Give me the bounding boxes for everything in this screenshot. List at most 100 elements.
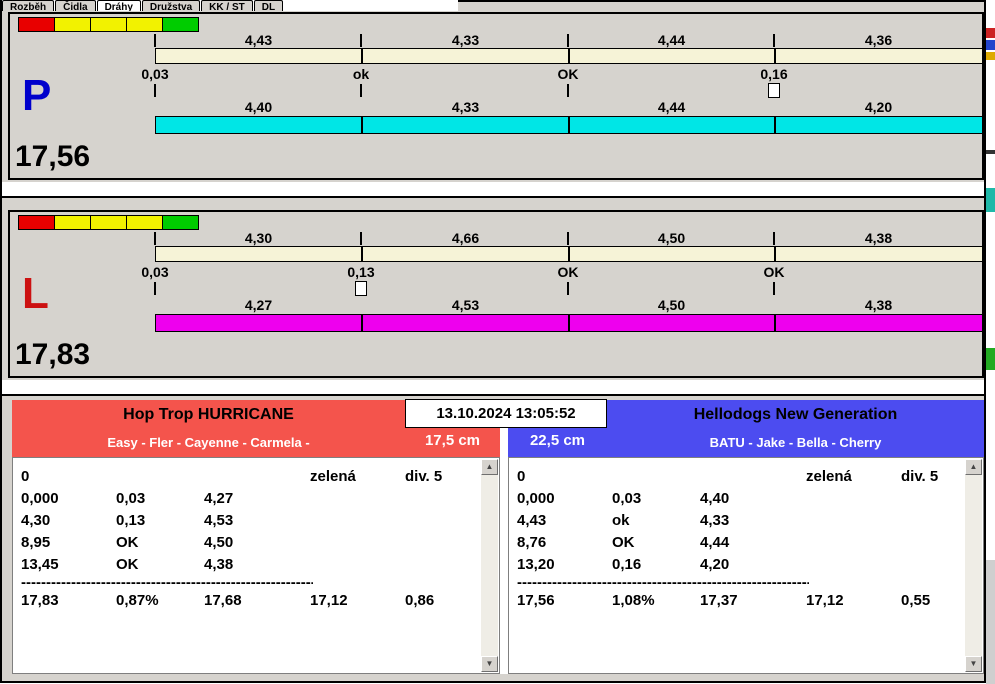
cell: 4,30 xyxy=(21,512,51,529)
ruler-tick xyxy=(567,84,569,97)
cell xyxy=(700,466,806,488)
cell xyxy=(806,488,901,510)
fault-marker-box xyxy=(768,83,780,98)
bar-divider xyxy=(361,117,363,133)
gate-status: OK xyxy=(557,264,579,280)
ruler-tick xyxy=(154,34,156,47)
team-left-name: Hop Trop HURRICANE xyxy=(123,406,294,423)
background-window-sliver xyxy=(986,0,995,684)
cell xyxy=(310,532,405,554)
lane-panel-L: 4,30 4,66 4,50 4,38 0,03 0,13 OK OK 4,27… xyxy=(8,210,984,378)
ruler-tick xyxy=(360,84,362,97)
cell: 8,76 xyxy=(517,534,547,551)
cell xyxy=(405,532,481,554)
bar-divider xyxy=(568,247,570,261)
split-time: 4,38 xyxy=(864,230,893,246)
split-time: 4,66 xyxy=(451,230,480,246)
results-left-content: 0 zelená div. 5 0,000 0,03 4,27 4,30 0,1… xyxy=(13,466,481,612)
results-left-textarea[interactable]: 0 zelená div. 5 0,000 0,03 4,27 4,30 0,1… xyxy=(12,457,500,674)
cell xyxy=(806,532,901,554)
result-row: 4,43 ok 4,33 xyxy=(509,510,965,532)
scroll-down-icon[interactable]: ▼ xyxy=(481,656,498,672)
lane-panel-P: 4,43 4,33 4,44 4,36 0,03 ok OK 0,16 4,40… xyxy=(8,12,984,180)
ruler-tick xyxy=(567,282,569,295)
lane-total-time: 17,83 xyxy=(15,338,91,371)
cell xyxy=(405,554,481,576)
gate-status: OK xyxy=(557,66,579,82)
ruler-ticks-row xyxy=(10,83,982,98)
cell: div. 5 xyxy=(405,468,443,485)
results-right-textarea[interactable]: 0 zelená div. 5 0,000 0,03 4,40 4,43 ok … xyxy=(508,457,984,674)
ruler-tick xyxy=(360,232,362,245)
ruler-tick xyxy=(154,84,156,97)
tab-dl[interactable]: DL xyxy=(253,0,284,11)
tab-bar: Rozběh Čidla Dráhy Družstva KK / ST DL xyxy=(2,0,458,11)
cell: 4,53 xyxy=(204,512,234,529)
lane-letter: L xyxy=(22,269,49,318)
scroll-down-icon[interactable]: ▼ xyxy=(965,656,982,672)
sliver-fragment xyxy=(986,348,995,370)
traffic-yellow-box xyxy=(126,17,163,32)
ruler-tick xyxy=(773,282,775,295)
scroll-up-icon[interactable]: ▲ xyxy=(481,459,498,475)
bar-divider xyxy=(774,315,776,331)
cell: 0 xyxy=(517,468,526,485)
traffic-green-box xyxy=(162,215,199,230)
cell: zelená xyxy=(310,468,356,485)
cell: 0,000 xyxy=(21,490,59,507)
cell: 4,20 xyxy=(700,556,730,573)
cell xyxy=(612,466,700,488)
cell xyxy=(806,554,901,576)
result-row: 0 zelená div. 5 xyxy=(13,466,481,488)
cell: 0 xyxy=(21,468,30,485)
result-row: 0 zelená div. 5 xyxy=(509,466,965,488)
fault-marker-box xyxy=(355,281,367,296)
split-time: 4,30 xyxy=(244,230,273,246)
cell: 8,95 xyxy=(21,534,51,551)
panel-gap xyxy=(500,400,508,674)
team-right-name: Hellodogs New Generation xyxy=(693,406,898,423)
split-time: 4,53 xyxy=(451,297,480,313)
cell xyxy=(116,466,204,488)
cell: 0,87% xyxy=(116,592,159,609)
split-time: 4,33 xyxy=(451,99,480,115)
lower-split-times-row: 4,27 4,53 4,50 4,38 xyxy=(10,297,982,313)
bar-divider xyxy=(361,247,363,261)
cell: 1,08% xyxy=(612,592,655,609)
tab-cidla[interactable]: Čidla xyxy=(55,0,96,11)
scrollbar[interactable]: ▲ ▼ xyxy=(965,459,982,672)
ruler-tick xyxy=(773,34,775,47)
cell: 17,83 xyxy=(21,592,59,609)
dashed-separator: ----------------------------------------… xyxy=(21,576,313,590)
ruler-tick xyxy=(773,232,775,245)
sliver-fragment xyxy=(986,40,995,50)
tab-druzstva[interactable]: Družstva xyxy=(141,0,201,11)
lane-progress-bar xyxy=(155,116,983,134)
bar-divider xyxy=(774,49,776,63)
cell xyxy=(310,510,405,532)
scrollbar[interactable]: ▲ ▼ xyxy=(481,459,498,672)
cell: 0,000 xyxy=(517,490,555,507)
cell: 0,55 xyxy=(901,592,931,609)
scroll-up-icon[interactable]: ▲ xyxy=(965,459,982,475)
cell xyxy=(310,554,405,576)
upper-split-times-row: 4,43 4,33 4,44 4,36 xyxy=(10,32,982,48)
upper-track-bar xyxy=(155,246,983,262)
bar-divider xyxy=(774,117,776,133)
split-time: 4,43 xyxy=(244,32,273,48)
traffic-red-box xyxy=(18,215,55,230)
tab-rozbeh[interactable]: Rozběh xyxy=(2,0,55,11)
cell: 0,16 xyxy=(612,556,642,573)
cell: 4,33 xyxy=(700,512,730,529)
cell xyxy=(204,466,310,488)
gate-status: 0,13 xyxy=(347,264,375,280)
tab-kk-st[interactable]: KK / ST xyxy=(201,0,253,11)
tab-drahy[interactable]: Dráhy xyxy=(96,0,141,11)
upper-track-bar xyxy=(155,48,983,64)
split-time: 4,27 xyxy=(244,297,273,313)
result-row: 4,30 0,13 4,53 xyxy=(13,510,481,532)
cell: 17,68 xyxy=(204,592,242,609)
cell xyxy=(310,488,405,510)
cell: 17,12 xyxy=(806,592,844,609)
gate-status: OK xyxy=(763,264,785,280)
